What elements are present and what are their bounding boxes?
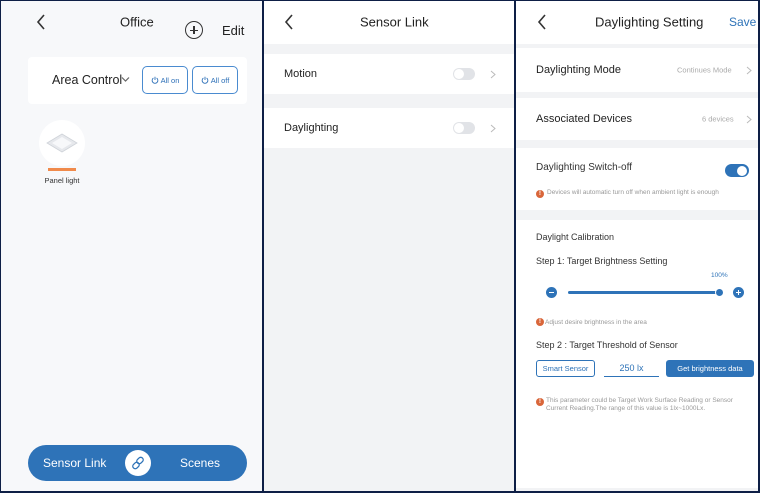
- threshold-unit: lx: [637, 363, 644, 373]
- all-on-button[interactable]: All on: [142, 66, 188, 94]
- daylighting-row[interactable]: Daylighting: [264, 108, 514, 148]
- associated-devices-label: Associated Devices: [536, 113, 632, 125]
- switch-off-section: Daylighting Switch-off ! Devices will au…: [516, 148, 760, 210]
- back-button[interactable]: [281, 12, 297, 32]
- save-button[interactable]: Save: [729, 15, 756, 29]
- step1-note: Adjust desire brightness in the area: [545, 319, 647, 326]
- smart-sensor-button[interactable]: Smart Sensor: [536, 360, 595, 377]
- decrease-brightness-button[interactable]: [546, 287, 557, 298]
- warning-icon: !: [536, 190, 544, 198]
- threshold-input[interactable]: 250 lx: [604, 360, 659, 377]
- device-panel-light[interactable]: Panel light: [38, 120, 86, 185]
- daylighting-toggle[interactable]: [453, 122, 475, 134]
- chevron-left-icon: [537, 14, 546, 30]
- get-brightness-data-button[interactable]: Get brightness data: [666, 360, 754, 377]
- back-button[interactable]: [534, 12, 550, 32]
- add-icon[interactable]: [185, 21, 203, 39]
- device-icon-circle: [39, 120, 85, 166]
- step1-label: Step 1: Target Brightness Setting: [536, 256, 668, 266]
- bottom-action-bar: Sensor Link Scenes: [28, 445, 247, 481]
- all-off-label: All off: [210, 75, 230, 85]
- motion-label: Motion: [284, 68, 318, 80]
- associated-devices-value: 6 devices: [702, 114, 734, 124]
- back-button[interactable]: [33, 12, 49, 32]
- associated-devices-row[interactable]: Associated Devices 6 devices: [516, 98, 760, 140]
- frame-border-top: [0, 0, 760, 1]
- all-on-label: All on: [160, 75, 180, 85]
- office-header: Office Edit: [0, 0, 262, 44]
- panel-divider: [262, 0, 264, 493]
- switch-off-toggle[interactable]: [725, 164, 749, 177]
- office-screen: Office Edit Area Control All on All off …: [0, 0, 262, 493]
- chevron-down-icon[interactable]: [121, 76, 130, 83]
- area-control-card: Area Control All on All off: [28, 57, 247, 104]
- motion-toggle[interactable]: [453, 68, 475, 80]
- warning-icon: !: [536, 318, 544, 326]
- step2-label: Step 2 : Target Threshold of Sensor: [536, 340, 678, 350]
- daylighting-setting-screen: Daylighting Setting Save Daylighting Mod…: [516, 0, 760, 493]
- daylighting-label: Daylighting: [284, 122, 339, 134]
- power-icon: [151, 76, 158, 84]
- brightness-slider-handle[interactable]: [715, 288, 724, 297]
- page-title: Sensor Link: [360, 14, 429, 30]
- sensor-link-button[interactable]: Sensor Link: [43, 456, 106, 470]
- threshold-value: 250: [619, 363, 635, 373]
- step2-note: This parameter could be Target Work Surf…: [546, 397, 733, 412]
- page-title: Daylighting Setting: [595, 14, 704, 30]
- panel-light-icon: [46, 133, 78, 153]
- link-button[interactable]: [125, 450, 151, 476]
- daylighting-header: Daylighting Setting Save: [516, 0, 760, 44]
- daylighting-mode-label: Daylighting Mode: [536, 64, 621, 76]
- sensor-link-header: Sensor Link: [264, 0, 514, 44]
- edit-button[interactable]: Edit: [222, 23, 244, 38]
- brightness-slider-track[interactable]: [568, 291, 719, 294]
- link-icon: [132, 456, 144, 470]
- chevron-right-icon: [490, 124, 496, 133]
- device-status-indicator: [48, 168, 76, 171]
- increase-brightness-button[interactable]: [733, 287, 744, 298]
- all-off-button[interactable]: All off: [192, 66, 238, 94]
- frame-border-left: [0, 0, 1, 493]
- chevron-right-icon: [490, 70, 496, 79]
- chevron-right-icon: [746, 115, 752, 124]
- switch-off-note: Devices will automatic turn off when amb…: [547, 189, 719, 196]
- scenes-button[interactable]: Scenes: [180, 456, 220, 470]
- power-icon: [201, 76, 208, 84]
- switch-off-label: Daylighting Switch-off: [536, 162, 632, 173]
- calibration-title: Daylight Calibration: [536, 232, 615, 242]
- warning-icon: !: [536, 398, 544, 406]
- brightness-value: 100%: [711, 272, 728, 279]
- chevron-right-icon: [746, 66, 752, 75]
- chevron-left-icon: [284, 14, 293, 30]
- area-control-label[interactable]: Area Control: [52, 73, 122, 87]
- panel-divider: [514, 0, 516, 493]
- motion-row[interactable]: Motion: [264, 54, 514, 94]
- chevron-left-icon: [36, 14, 45, 30]
- daylighting-mode-row[interactable]: Daylighting Mode Continues Mode: [516, 48, 760, 92]
- page-title: Office: [120, 14, 154, 30]
- daylighting-mode-value: Continues Mode: [677, 65, 732, 75]
- sensor-link-screen: Sensor Link Motion Daylighting: [264, 0, 514, 493]
- device-name: Panel light: [44, 176, 80, 185]
